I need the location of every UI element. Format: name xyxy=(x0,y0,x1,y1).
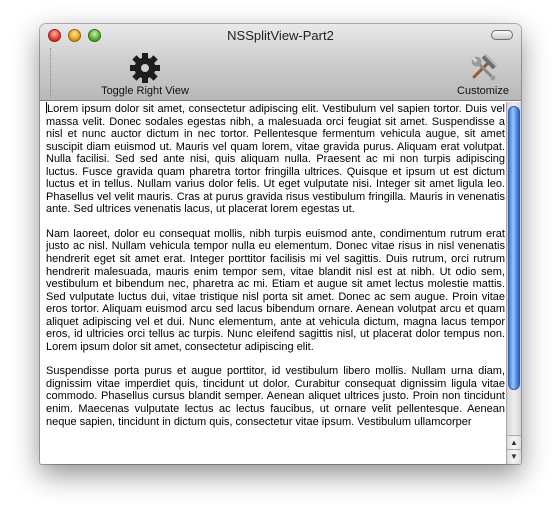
hammer-wrench-icon xyxy=(471,53,498,81)
toggle-right-view-button[interactable]: Toggle Right View xyxy=(88,52,202,97)
split-view-content: Lorem ipsum dolor sit amet, consectetur … xyxy=(40,102,521,464)
paragraph: Suspendisse porta purus et augue porttit… xyxy=(46,365,505,428)
paragraph-text: Suspendisse porta purus et augue porttit… xyxy=(46,365,505,428)
customize-label: Customize xyxy=(457,85,509,97)
text-view[interactable]: Lorem ipsum dolor sit amet, consectetur … xyxy=(46,102,505,464)
window-title: NSSplitView-Part2 xyxy=(227,28,334,43)
toolbar-toggle-pill[interactable] xyxy=(491,30,513,40)
toolbar-grip xyxy=(50,48,51,98)
titlebar-toolbar: NSSplitView-Part2 Toggle Right View Cust… xyxy=(40,24,521,101)
paragraph: Lorem ipsum dolor sit amet, consectetur … xyxy=(46,102,505,216)
gear-icon xyxy=(130,53,160,83)
toggle-right-view-label: Toggle Right View xyxy=(101,85,189,97)
window: NSSplitView-Part2 Toggle Right View Cust… xyxy=(40,24,521,464)
customize-button[interactable]: Customize xyxy=(448,52,518,97)
paragraph: Nam laoreet, dolor eu consequat mollis, … xyxy=(46,228,505,353)
scroll-down-arrow[interactable]: ▼ xyxy=(507,449,521,463)
scroll-up-arrow[interactable]: ▲ xyxy=(507,435,521,449)
paragraph-text: Nam laoreet, dolor eu consequat mollis, … xyxy=(46,227,505,353)
scrollbar-thumb[interactable] xyxy=(508,106,520,390)
paragraph-text: Lorem ipsum dolor sit amet, consectetur … xyxy=(46,103,505,216)
vertical-scrollbar[interactable]: ▲ ▼ xyxy=(506,102,521,464)
